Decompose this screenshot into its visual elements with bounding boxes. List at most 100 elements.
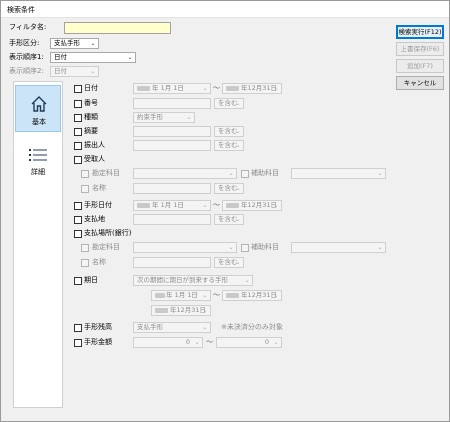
due-to-select[interactable]: 年12月31日 ⌄ — [222, 290, 282, 301]
redacted-value — [226, 203, 239, 208]
receiver-name-input[interactable] — [133, 183, 211, 194]
kind-select[interactable]: 約束手形 ⌄ — [133, 112, 195, 123]
issuer-match-select[interactable]: を含む ⌄ — [214, 140, 244, 151]
receiver-label: 受取人 — [84, 155, 105, 163]
number-input[interactable] — [133, 98, 211, 109]
receiver-name-checkbox[interactable] — [81, 185, 89, 193]
search-execute-button[interactable]: 検索実行(F12) — [396, 25, 444, 39]
issuer-input[interactable] — [133, 140, 211, 151]
tab-basic[interactable]: 基本 — [15, 85, 61, 132]
form-date-from-select[interactable]: 年 1月 1日 ⌄ — [133, 200, 211, 211]
receiver-name-label: 名称 — [92, 184, 106, 192]
add-button[interactable]: 追加(F7) — [396, 59, 444, 73]
sort1-select[interactable]: 日付 ⌄ — [50, 52, 136, 63]
overwrite-save-button[interactable]: 上書保存(F6) — [396, 42, 444, 56]
chevron-down-icon: ⌄ — [235, 259, 241, 266]
form-date-checkbox[interactable] — [74, 202, 82, 210]
chevron-down-icon: ⌄ — [202, 292, 208, 299]
chevron-down-icon: ⌄ — [273, 292, 279, 299]
pay-bank-name-input[interactable] — [133, 257, 211, 268]
kind-label: 種類 — [84, 113, 98, 121]
receiver-name-match-select[interactable]: を含む ⌄ — [214, 183, 244, 194]
due-mode-select[interactable]: 次の期間に期日が到来する手形 ⌄ — [133, 275, 253, 286]
issuer-label: 振出人 — [84, 141, 105, 149]
range-tilde: 〜 — [213, 201, 220, 209]
receiver-checkbox[interactable] — [74, 156, 82, 164]
date-label: 日付 — [84, 84, 98, 92]
form-type-label: 手形区分: — [9, 39, 40, 47]
receiver-account-label: 勘定科目 — [92, 169, 120, 177]
filter-name-label: フィルタ名: — [9, 23, 47, 31]
balance-label: 手形残高 — [84, 323, 112, 331]
tab-detail[interactable]: 詳細 — [15, 138, 61, 185]
balance-select[interactable]: 支払手形 ⌄ — [133, 322, 211, 333]
kind-checkbox[interactable] — [74, 114, 82, 122]
due-checkbox[interactable] — [74, 277, 82, 285]
sort2-select[interactable]: 日付 ⌄ — [50, 66, 99, 77]
range-tilde: 〜 — [213, 84, 220, 92]
form-date-from-value: 年 1月 1日 — [152, 201, 184, 209]
form-type-value: 支払手形 — [54, 39, 80, 47]
receiver-sub-account-label: 補助科目 — [251, 169, 279, 177]
search-conditions-dialog: 検索条件 フィルタ名: 手形区分: 支払手形 ⌄ 表示順序1: 日付 ⌄ 表示順… — [0, 0, 450, 422]
pay-bank-sub-account-select[interactable]: ⌄ — [291, 242, 386, 253]
date-from-value: 年 1月 1日 — [152, 84, 184, 92]
receiver-sub-account-select[interactable]: ⌄ — [291, 168, 386, 179]
chevron-down-icon: ⌄ — [90, 68, 96, 75]
amount-to-input[interactable]: 0 ⌄ — [216, 337, 282, 348]
summary-checkbox[interactable] — [74, 128, 82, 136]
cancel-button[interactable]: キャンセル — [396, 76, 444, 90]
date-from-select[interactable]: 年 1月 1日 ⌄ — [133, 83, 211, 94]
due-from-value: 年 1月 1日 — [166, 291, 198, 299]
filter-name-input[interactable] — [64, 22, 171, 34]
number-label: 番号 — [84, 99, 98, 107]
due-end-select[interactable]: 年12月31日 ⌄ — [151, 305, 211, 316]
pay-bank-account-checkbox[interactable] — [81, 244, 89, 252]
redacted-value — [137, 86, 150, 91]
form-date-to-select[interactable]: 年12月31日 ⌄ — [222, 200, 282, 211]
summary-match-select[interactable]: を含む ⌄ — [214, 126, 244, 137]
chevron-down-icon: ⌄ — [186, 114, 192, 121]
receiver-sub-account-checkbox[interactable] — [241, 170, 249, 178]
chevron-down-icon: ⌄ — [90, 40, 96, 47]
date-to-select[interactable]: 年12月31日 ⌄ — [222, 83, 282, 94]
balance-value: 支払手形 — [137, 323, 163, 331]
pay-bank-checkbox[interactable] — [74, 230, 82, 238]
due-from-select[interactable]: 年 1月 1日 ⌄ — [151, 290, 211, 301]
pay-bank-sub-account-label: 補助科目 — [251, 243, 279, 251]
number-match-select[interactable]: を含む ⌄ — [214, 98, 244, 109]
issuer-checkbox[interactable] — [74, 142, 82, 150]
redacted-value — [226, 293, 239, 298]
side-navigation: 基本 詳細 — [13, 81, 63, 408]
date-checkbox[interactable] — [74, 85, 82, 93]
due-label: 期日 — [84, 276, 98, 284]
receiver-account-select[interactable]: ⌄ — [133, 168, 237, 179]
amount-checkbox[interactable] — [74, 339, 82, 347]
sort1-value: 日付 — [54, 53, 67, 61]
chevron-down-icon: ⌄ — [228, 244, 234, 251]
pay-place-input[interactable] — [133, 214, 211, 225]
chevron-down-icon: ⌄ — [273, 85, 279, 92]
amount-from-input[interactable]: 0 ⌄ — [133, 337, 203, 348]
pay-place-checkbox[interactable] — [74, 216, 82, 224]
balance-checkbox[interactable] — [74, 324, 82, 332]
redacted-value — [155, 308, 168, 313]
redacted-value — [226, 86, 239, 91]
chevron-down-icon: ⌄ — [202, 307, 208, 314]
summary-input[interactable] — [133, 126, 211, 137]
pay-bank-label: 支払場所(銀行) — [84, 229, 132, 237]
pay-bank-name-match-select[interactable]: を含む ⌄ — [214, 257, 244, 268]
chevron-down-icon: ⌄ — [202, 202, 208, 209]
number-checkbox[interactable] — [74, 100, 82, 108]
pay-bank-name-checkbox[interactable] — [81, 259, 89, 267]
form-type-select[interactable]: 支払手形 ⌄ — [50, 38, 99, 49]
pay-bank-sub-account-checkbox[interactable] — [241, 244, 249, 252]
form-date-label: 手形日付 — [84, 201, 112, 209]
pay-bank-account-select[interactable]: ⌄ — [133, 242, 237, 253]
balance-note: ※未決済分のみ対象 — [221, 323, 283, 331]
window-title: 検索条件 — [7, 6, 35, 14]
receiver-account-checkbox[interactable] — [81, 170, 89, 178]
pay-place-match-select[interactable]: を含む ⌄ — [214, 214, 244, 225]
chevron-down-icon: ⌄ — [235, 128, 241, 135]
kind-value: 約束手形 — [137, 113, 163, 121]
